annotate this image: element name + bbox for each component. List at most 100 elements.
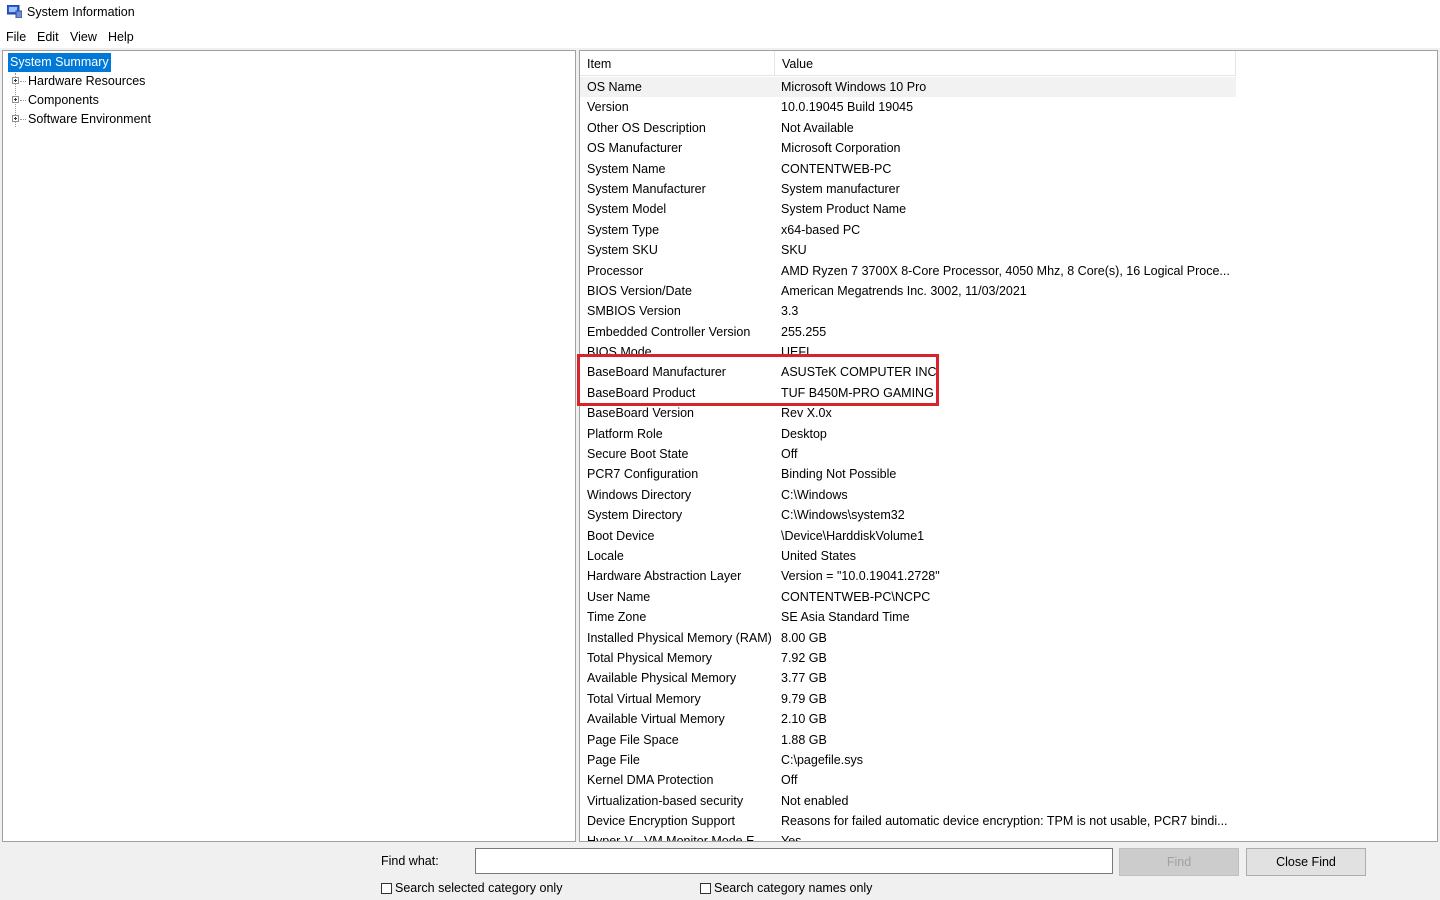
value-cell: AMD Ryzen 7 3700X 8-Core Processor, 4050… bbox=[781, 263, 1230, 278]
table-row[interactable]: Available Virtual Memory 2.10 GB bbox=[580, 709, 1437, 729]
table-row[interactable]: Secure Boot State Off bbox=[580, 444, 1437, 464]
table-row[interactable]: Virtualization-based security Not enabled bbox=[580, 791, 1437, 811]
item-cell: System Model bbox=[587, 202, 667, 217]
menu-edit[interactable]: Edit bbox=[37, 30, 59, 44]
table-row[interactable]: Time Zone SE Asia Standard Time bbox=[580, 607, 1437, 627]
table-row[interactable]: User Name CONTENTWEB-PC\NCPC bbox=[580, 587, 1437, 607]
tree-item-label: Hardware Resources bbox=[28, 74, 146, 88]
item-cell: SMBIOS Version bbox=[587, 304, 681, 319]
table-row[interactable]: Boot Device \Device\HarddiskVolume1 bbox=[580, 526, 1437, 546]
system-information-icon bbox=[7, 5, 22, 18]
details-list[interactable]: Item Value OS Name Microsoft Windows 10 P… bbox=[579, 50, 1438, 842]
value-cell: Reasons for failed automatic device encr… bbox=[781, 814, 1228, 829]
value-cell: 3.3 bbox=[781, 304, 799, 319]
menu-help[interactable]: Help bbox=[108, 30, 134, 44]
item-cell: Page File Space bbox=[587, 732, 679, 747]
checkbox-label: Search selected category only bbox=[395, 881, 563, 895]
item-cell: Other OS Description bbox=[587, 120, 706, 135]
table-row[interactable]: Installed Physical Memory (RAM) 8.00 GB bbox=[580, 628, 1437, 648]
item-cell: Boot Device bbox=[587, 528, 655, 543]
table-row[interactable]: Page File C:\pagefile.sys bbox=[580, 750, 1437, 770]
item-cell: Device Encryption Support bbox=[587, 814, 735, 829]
value-cell: Desktop bbox=[781, 426, 827, 441]
column-header-item[interactable]: Item bbox=[580, 51, 775, 75]
value-cell: 9.79 GB bbox=[781, 691, 827, 706]
table-row[interactable]: Processor AMD Ryzen 7 3700X 8-Core Proces… bbox=[580, 261, 1437, 281]
table-row[interactable]: Version 10.0.19045 Build 19045 bbox=[580, 97, 1437, 117]
checkbox-icon[interactable] bbox=[700, 883, 711, 894]
table-row[interactable]: Kernel DMA Protection Off bbox=[580, 770, 1437, 790]
search-selected-category-checkbox[interactable]: Search selected category only bbox=[381, 881, 562, 895]
value-cell: C:\Windows\system32 bbox=[781, 508, 905, 523]
expand-icon[interactable] bbox=[12, 77, 19, 84]
tree-item-hardware-resources[interactable]: Hardware Resources bbox=[3, 72, 303, 91]
category-tree[interactable]: System Summary Hardware Resources Compon… bbox=[2, 50, 576, 842]
column-header-value[interactable]: Value bbox=[775, 51, 1236, 75]
value-cell: C:\Windows bbox=[781, 487, 848, 502]
table-row[interactable]: System SKU SKU bbox=[580, 240, 1437, 260]
table-row[interactable]: Device Encryption Support Reasons for fai… bbox=[580, 811, 1437, 831]
table-row[interactable]: Total Virtual Memory 9.79 GB bbox=[580, 689, 1437, 709]
expand-icon[interactable] bbox=[12, 96, 19, 103]
item-cell: System Directory bbox=[587, 508, 683, 523]
table-row[interactable]: Embedded Controller Version 255.255 bbox=[580, 322, 1437, 342]
table-row[interactable]: BIOS Version/Date American Megatrends Inc… bbox=[580, 281, 1437, 301]
table-row[interactable]: OS Manufacturer Microsoft Corporation bbox=[580, 138, 1437, 158]
item-cell: Platform Role bbox=[587, 426, 663, 441]
value-cell: Microsoft Windows 10 Pro bbox=[781, 80, 927, 94]
value-cell: Rev X.0x bbox=[781, 406, 832, 421]
menu-file[interactable]: File bbox=[6, 30, 26, 44]
value-cell: Microsoft Corporation bbox=[781, 141, 901, 156]
item-cell: System Type bbox=[587, 222, 660, 237]
table-row[interactable]: Hardware Abstraction Layer Version = "10.… bbox=[580, 566, 1437, 586]
value-cell: 2.10 GB bbox=[781, 712, 827, 727]
tree-connector bbox=[20, 119, 26, 120]
expand-icon[interactable] bbox=[12, 115, 19, 122]
value-cell: System manufacturer bbox=[781, 181, 900, 196]
title-bar: System Information bbox=[0, 0, 1440, 26]
table-row[interactable]: SMBIOS Version 3.3 bbox=[580, 301, 1437, 321]
search-category-names-checkbox[interactable]: Search category names only bbox=[700, 881, 872, 895]
item-cell: Available Virtual Memory bbox=[587, 712, 725, 727]
table-row[interactable]: Total Physical Memory 7.92 GB bbox=[580, 648, 1437, 668]
item-cell: BaseBoard Version bbox=[587, 406, 695, 421]
table-row[interactable]: Hyper-V - VM Monitor Mode E... Yes bbox=[580, 831, 1437, 842]
tree-item-components[interactable]: Components bbox=[3, 91, 303, 110]
item-cell: Version bbox=[587, 100, 629, 115]
value-cell: \Device\HarddiskVolume1 bbox=[781, 528, 925, 543]
table-row[interactable]: Locale United States bbox=[580, 546, 1437, 566]
value-cell: Not Available bbox=[781, 120, 854, 135]
close-find-button[interactable]: Close Find bbox=[1246, 848, 1366, 876]
value-cell: 7.92 GB bbox=[781, 650, 827, 665]
item-cell: PCR7 Configuration bbox=[587, 467, 699, 482]
table-row[interactable]: System Manufacturer System manufacturer bbox=[580, 179, 1437, 199]
table-row[interactable]: System Name CONTENTWEB-PC bbox=[580, 159, 1437, 179]
value-cell: SKU bbox=[781, 243, 807, 258]
menu-view[interactable]: View bbox=[70, 30, 97, 44]
value-cell: Not enabled bbox=[781, 793, 849, 808]
table-row[interactable]: Available Physical Memory 3.77 GB bbox=[580, 668, 1437, 688]
item-cell: Windows Directory bbox=[587, 487, 692, 502]
find-button[interactable]: Find bbox=[1119, 848, 1239, 876]
checkbox-icon[interactable] bbox=[381, 883, 392, 894]
table-row[interactable]: Windows Directory C:\Windows bbox=[580, 485, 1437, 505]
item-cell: BIOS Version/Date bbox=[587, 283, 692, 298]
find-what-input[interactable] bbox=[475, 848, 1113, 874]
table-row[interactable]: Page File Space 1.88 GB bbox=[580, 730, 1437, 750]
table-row[interactable]: Other OS Description Not Available bbox=[580, 118, 1437, 138]
item-cell: User Name bbox=[587, 589, 651, 604]
value-cell: CONTENTWEB-PC bbox=[781, 161, 892, 176]
table-row[interactable]: System Model System Product Name bbox=[580, 199, 1437, 219]
item-cell: Page File bbox=[587, 752, 640, 767]
table-row[interactable]: System Type x64-based PC bbox=[580, 220, 1437, 240]
table-row[interactable]: Platform Role Desktop bbox=[580, 424, 1437, 444]
table-row[interactable]: BaseBoard Version Rev X.0x bbox=[580, 403, 1437, 423]
table-row[interactable]: System Directory C:\Windows\system32 bbox=[580, 505, 1437, 525]
tree-item-software-environment[interactable]: Software Environment bbox=[3, 110, 303, 129]
table-row[interactable]: PCR7 Configuration Binding Not Possible bbox=[580, 464, 1437, 484]
value-cell: x64-based PC bbox=[781, 222, 861, 237]
value-cell: Yes bbox=[781, 834, 802, 842]
item-cell: Installed Physical Memory (RAM) bbox=[587, 630, 772, 645]
table-row[interactable]: OS Name Microsoft Windows 10 Pro bbox=[580, 77, 1236, 98]
item-cell: Hyper-V - VM Monitor Mode E... bbox=[587, 834, 765, 842]
